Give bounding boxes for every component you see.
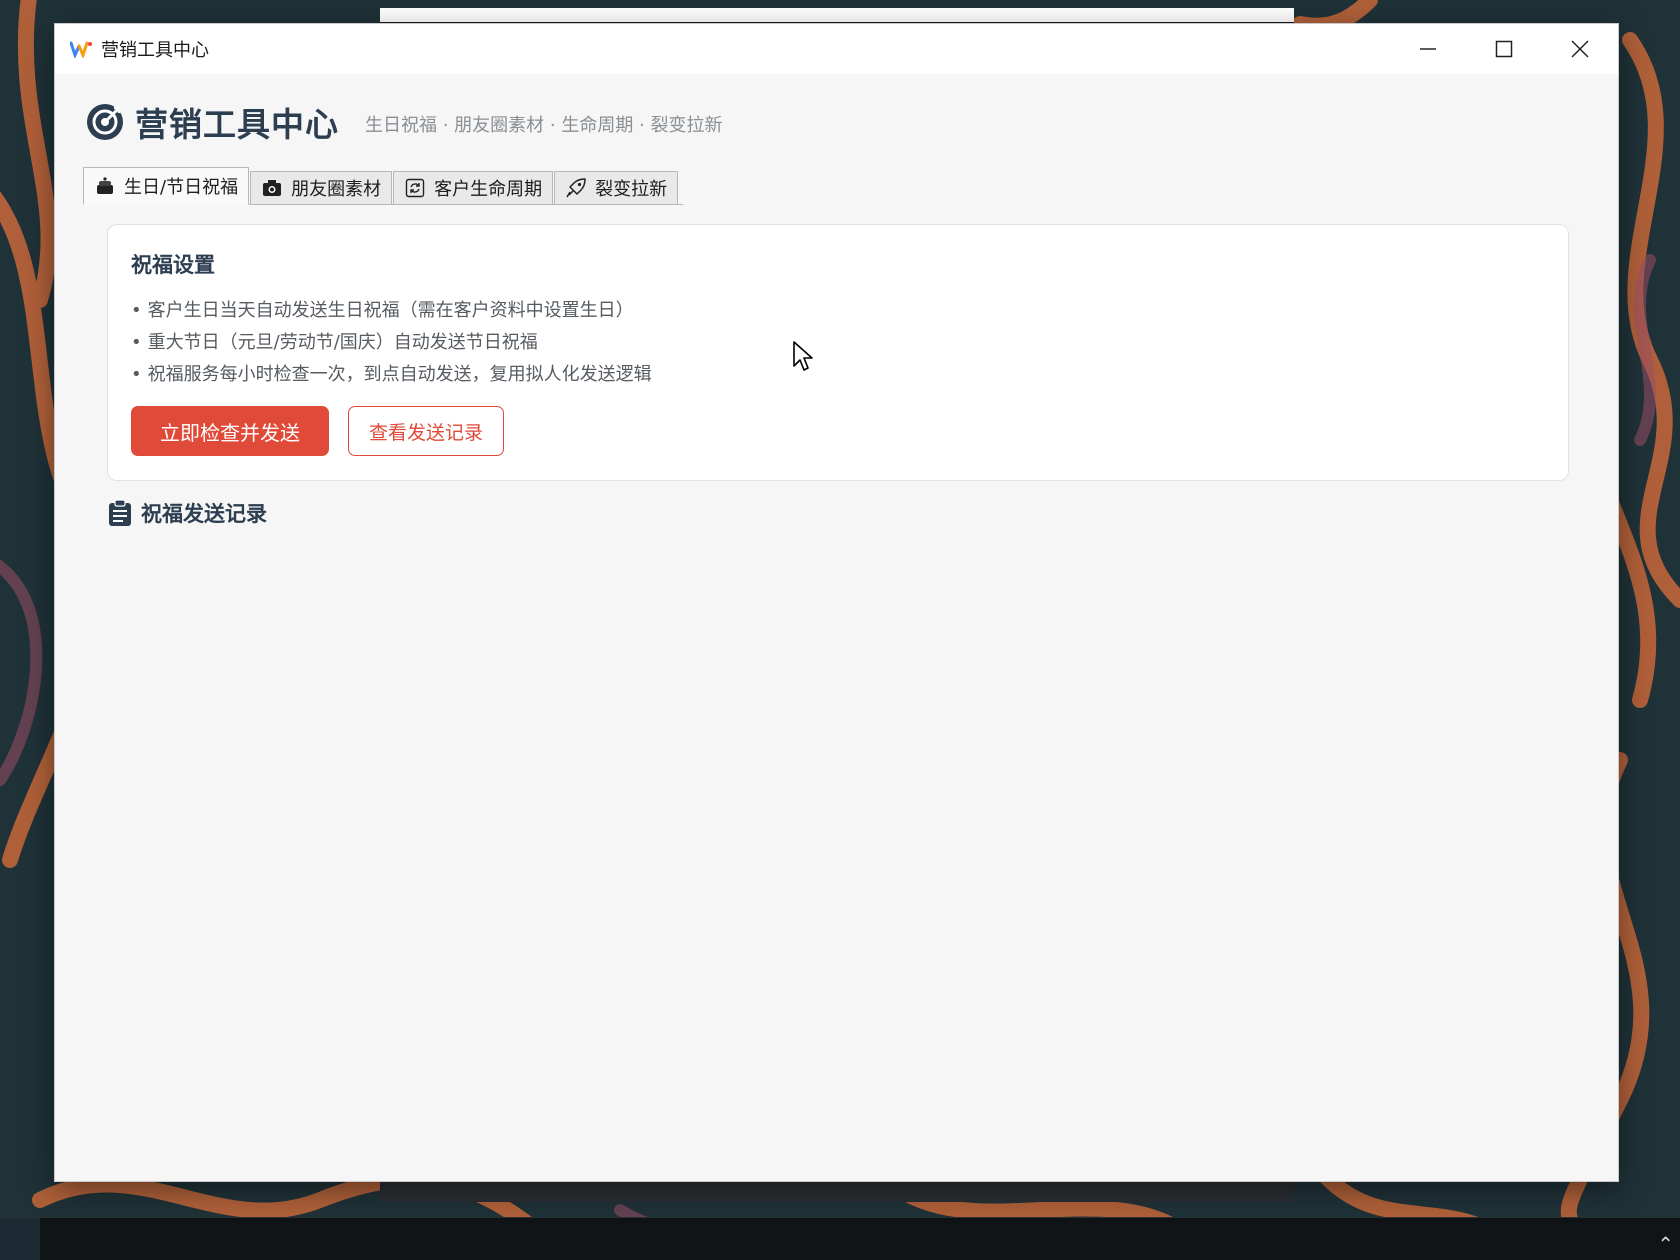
close-button[interactable] [1542,24,1618,74]
rocket-icon [565,177,587,199]
list-item: 祝福服务每小时检查一次，到点自动发送，复用拟人化发送逻辑 [131,359,652,391]
app-logo-icon [69,37,93,61]
tab-label: 裂变拉新 [595,179,668,200]
page-title: 营销工具中心 [135,105,339,144]
tab-customer-lifecycle[interactable]: 客户生命周期 [393,171,554,204]
tab-referral[interactable]: 裂变拉新 [554,171,679,204]
clipboard-icon [109,499,131,526]
window-title: 营销工具中心 [101,40,209,61]
tab-birthday-greetings[interactable]: 生日/节日祝福 [83,167,250,205]
card-title: 祝福设置 [131,253,215,277]
page-subtitle: 生日祝福 · 朋友圈素材 · 生命周期 · 裂变拉新 [365,115,723,136]
maximize-icon [1495,40,1513,58]
taskbar: ⌃ [0,1217,1680,1260]
tab-moments-material[interactable]: 朋友圈素材 [250,171,393,204]
records-section-header: 祝福发送记录 [107,498,267,528]
tab-label: 生日/节日祝福 [124,177,239,198]
check-and-send-button[interactable]: 立即检查并发送 [131,406,329,456]
tab-bar: 生日/节日祝福 朋友圈素材 客户生命周期 裂变拉新 [83,166,683,205]
chevron-up-icon[interactable]: ⌃ [1657,1232,1674,1256]
records-title: 祝福发送记录 [141,502,267,526]
tab-label: 客户生命周期 [434,179,543,200]
minimize-icon [1420,48,1436,50]
camera-icon [261,177,283,199]
minimize-button[interactable] [1390,24,1466,74]
target-icon [87,104,123,140]
close-icon [1571,40,1589,58]
app-window: 营销工具中心 营销工具中心 生日祝福 · 朋友圈素材 · 生命周期 · 裂变拉新 [55,24,1618,1181]
tab-label: 朋友圈素材 [291,179,382,200]
window-controls [1390,24,1618,74]
rules-list: 客户生日当天自动发送生日祝福（需在客户资料中设置生日） 重大节日（元旦/劳动节/… [131,295,652,391]
title-bar[interactable]: 营销工具中心 [55,24,1618,74]
list-item: 客户生日当天自动发送生日祝福（需在客户资料中设置生日） [131,295,652,327]
list-item: 重大节日（元旦/劳动节/国庆）自动发送节日祝福 [131,327,652,359]
view-send-records-button[interactable]: 查看发送记录 [348,406,504,456]
page-header: 营销工具中心 生日祝福 · 朋友圈素材 · 生命周期 · 裂变拉新 [85,98,723,146]
cake-icon [94,175,116,197]
taskbar-app-icon[interactable] [0,1218,40,1260]
cycle-icon [404,177,426,199]
maximize-button[interactable] [1466,24,1542,74]
mouse-cursor-icon [793,341,813,371]
background-window-status [380,1180,1294,1202]
greeting-settings-card: 祝福设置 客户生日当天自动发送生日祝福（需在客户资料中设置生日） 重大节日（元旦… [107,224,1569,481]
